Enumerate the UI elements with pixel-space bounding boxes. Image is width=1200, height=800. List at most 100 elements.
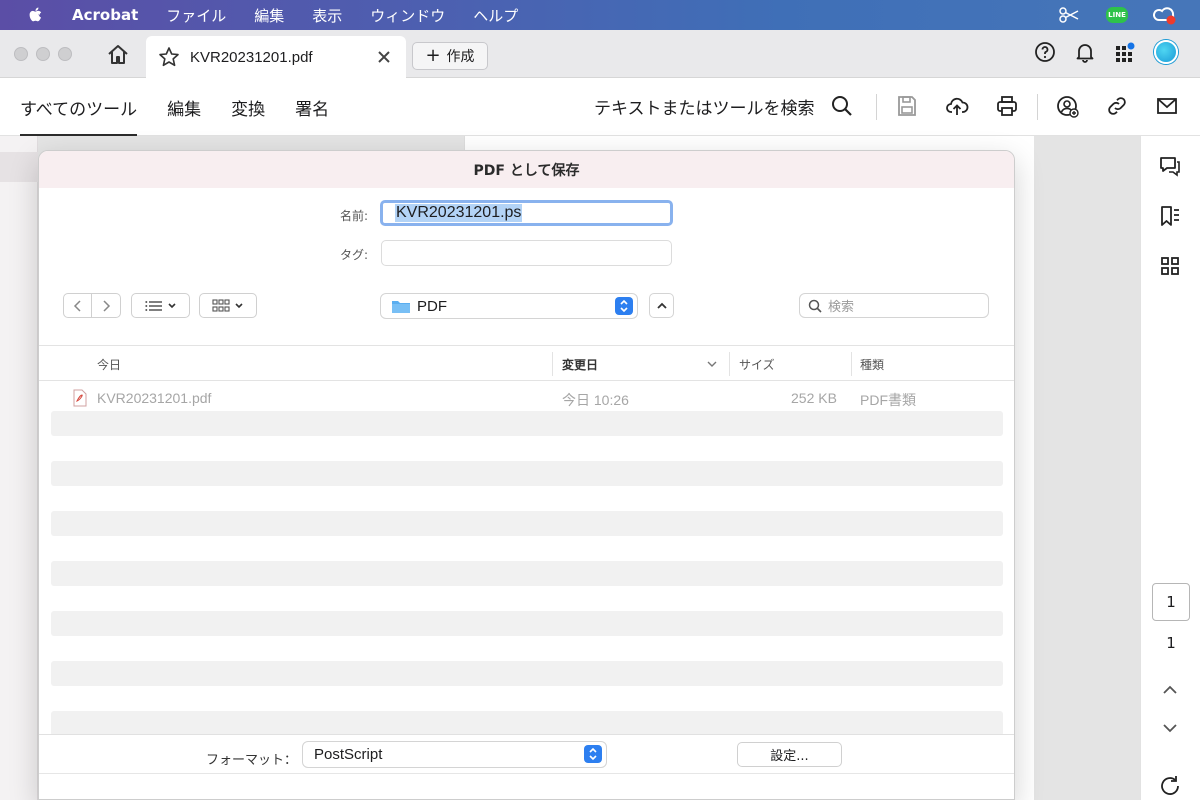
format-value: PostScript — [314, 746, 383, 763]
format-label: フォーマット： — [206, 753, 298, 768]
document-tab[interactable]: KVR20231201.pdf — [146, 36, 406, 78]
empty-row — [51, 711, 1003, 736]
total-pages: 1 — [1166, 634, 1176, 652]
menu-file[interactable]: ファイル — [166, 5, 226, 26]
search-icon[interactable] — [830, 94, 854, 118]
empty-row — [51, 511, 1003, 536]
settings-button[interactable]: 設定... — [737, 742, 842, 767]
file-row[interactable]: KVR20231201.pdf 今日 10:26 252 KB PDF書類 — [51, 385, 1003, 411]
empty-row — [51, 611, 1003, 636]
left-panel — [0, 136, 38, 800]
chevron-left-icon — [73, 299, 81, 312]
column-divider — [729, 352, 730, 376]
file-kind: PDF書類 — [860, 392, 916, 408]
column-name[interactable]: 今日 — [97, 356, 121, 373]
line-badge-label: LINE — [1106, 7, 1128, 23]
thumbnails-icon[interactable] — [1158, 254, 1182, 278]
current-page-input[interactable]: 1 — [1152, 583, 1190, 621]
empty-row — [51, 561, 1003, 586]
list-view-button[interactable] — [131, 293, 190, 318]
close-icon[interactable] — [376, 49, 392, 65]
save-as-pdf-dialog: PDF として保存 名前: KVR20231201.ps タグ: PDF 検索 … — [38, 150, 1015, 800]
tool-search-label[interactable]: テキストまたはツールを検索 — [594, 94, 815, 119]
search-input[interactable]: 検索 — [799, 293, 989, 318]
folder-icon — [392, 301, 410, 313]
scissors-icon[interactable] — [1056, 4, 1082, 26]
rotate-icon[interactable] — [1158, 774, 1182, 798]
help-icon[interactable] — [1034, 41, 1056, 63]
chevron-up-icon[interactable] — [1158, 678, 1182, 702]
menu-app-acrobat[interactable]: Acrobat — [72, 6, 138, 24]
history-nav — [63, 293, 121, 318]
tag-label: タグ: — [340, 248, 369, 262]
file-list-header: 今日 変更日 サイズ 種類 — [39, 345, 1014, 381]
tab-convert[interactable]: 変換 — [231, 78, 265, 136]
share-person-icon[interactable] — [1055, 94, 1079, 118]
back-button[interactable] — [63, 293, 92, 318]
comment-icon[interactable] — [1158, 154, 1182, 178]
menu-help[interactable]: ヘルプ — [473, 5, 518, 26]
right-rail: 1 1 — [1140, 136, 1200, 800]
print-icon[interactable] — [995, 94, 1019, 118]
star-icon[interactable] — [158, 46, 180, 68]
save-icon[interactable] — [895, 94, 919, 118]
chevron-up-icon — [656, 302, 667, 309]
column-kind[interactable]: 種類 — [860, 356, 884, 373]
line-app-icon[interactable]: LINE — [1104, 4, 1130, 26]
empty-row — [51, 661, 1003, 686]
bookmark-icon[interactable] — [1158, 204, 1182, 228]
link-icon[interactable] — [1105, 94, 1129, 118]
location-value: PDF — [417, 297, 447, 315]
empty-row — [51, 461, 1003, 486]
collapse-dialog-button[interactable] — [649, 293, 674, 318]
zoom-window-button[interactable] — [58, 47, 72, 61]
menu-bar: Acrobat ファイル 編集 表示 ウィンドウ ヘルプ LINE — [0, 0, 1200, 30]
user-avatar[interactable] — [1154, 40, 1178, 64]
tab-title: KVR20231201.pdf — [190, 48, 313, 66]
mail-icon[interactable] — [1155, 94, 1179, 118]
dialog-title: PDF として保存 — [39, 151, 1014, 188]
tab-all-tools[interactable]: すべてのツール — [20, 78, 138, 136]
filename-input[interactable]: KVR20231201.ps — [380, 200, 673, 226]
grid-view-button[interactable] — [199, 293, 257, 318]
tags-input[interactable] — [381, 240, 672, 266]
format-select[interactable]: PostScript — [302, 741, 607, 768]
create-button[interactable]: + 作成 — [412, 42, 488, 70]
dialog-footer-lower — [39, 773, 1014, 799]
cloud-upload-icon[interactable] — [945, 94, 969, 118]
plus-icon: + — [425, 45, 441, 66]
tools-toolbar: すべてのツール 編集 変換 署名 テキストまたはツールを検索 — [0, 78, 1200, 136]
column-divider — [552, 352, 553, 376]
file-size: 252 KB — [791, 390, 837, 406]
sort-chevron-icon — [707, 361, 717, 367]
minimize-window-button[interactable] — [36, 47, 50, 61]
menu-view[interactable]: 表示 — [312, 5, 342, 26]
tab-bar: KVR20231201.pdf + 作成 — [0, 30, 1200, 78]
file-modified: 今日 10:26 — [562, 392, 629, 408]
name-label: 名前: — [340, 209, 369, 223]
location-select[interactable]: PDF — [380, 293, 638, 319]
filename-value: KVR20231201.ps — [395, 204, 523, 222]
tab-sign[interactable]: 署名 — [295, 78, 329, 136]
list-view-icon — [144, 300, 162, 311]
create-label: 作成 — [446, 49, 475, 65]
updown-stepper-icon — [615, 297, 633, 315]
column-modified[interactable]: 変更日 — [562, 356, 598, 373]
apple-icon[interactable] — [28, 6, 44, 24]
close-window-button[interactable] — [14, 47, 28, 61]
empty-row — [51, 411, 1003, 436]
menu-window[interactable]: ウィンドウ — [370, 5, 445, 26]
creative-cloud-icon[interactable] — [1152, 4, 1178, 26]
chevron-down-icon[interactable] — [1158, 716, 1182, 740]
apps-grid-icon[interactable] — [1114, 41, 1136, 63]
column-size[interactable]: サイズ — [739, 356, 775, 373]
tab-edit[interactable]: 編集 — [167, 78, 201, 136]
notification-bell-icon[interactable] — [1074, 41, 1096, 63]
home-icon[interactable] — [104, 42, 132, 68]
left-panel-strip — [0, 152, 38, 182]
chevron-down-icon — [167, 302, 176, 308]
pdf-file-icon — [73, 389, 87, 407]
file-name: KVR20231201.pdf — [97, 390, 212, 406]
menu-edit[interactable]: 編集 — [254, 5, 284, 26]
forward-button[interactable] — [92, 293, 121, 318]
